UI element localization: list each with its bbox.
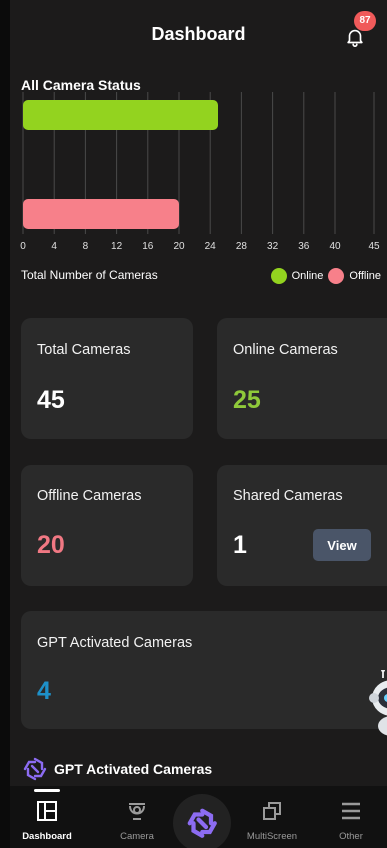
chart-footer: Total Number of Cameras Online Offline <box>21 268 381 286</box>
camera-status-chart: 0 4 8 12 16 20 24 28 32 36 40 45 <box>20 92 380 252</box>
card-label: Shared Cameras <box>233 488 343 504</box>
legend-online-swatch <box>270 268 287 284</box>
x-tick-label: 24 <box>205 241 217 252</box>
active-indicator <box>34 789 60 792</box>
gpt-logo-icon <box>23 757 47 781</box>
x-tick-label: 4 <box>51 241 57 252</box>
x-tick-label: 45 <box>368 241 380 252</box>
legend-offline-label: Offline <box>349 270 381 282</box>
chart-x-axis-label: Total Number of Cameras <box>21 268 158 282</box>
bar-online <box>23 100 218 130</box>
shared-cameras-card[interactable]: Shared Cameras 1 View <box>217 465 387 586</box>
card-value: 25 <box>233 386 261 414</box>
card-label: Online Cameras <box>233 342 338 358</box>
x-tick-label: 32 <box>267 241 279 252</box>
dashboard-icon <box>37 801 57 821</box>
nav-label: Camera <box>120 831 154 842</box>
nav-dashboard[interactable]: Dashboard <box>22 786 72 848</box>
gpt-logo-icon <box>187 808 217 838</box>
online-cameras-card[interactable]: Online Cameras 25 <box>217 318 387 439</box>
x-tick-label: 12 <box>111 241 123 252</box>
nav-label: MultiScreen <box>246 831 298 842</box>
x-tick-label: 40 <box>329 241 341 252</box>
x-tick-label: 36 <box>298 241 310 252</box>
gpt-center-button[interactable] <box>173 794 231 848</box>
nav-camera[interactable]: Camera <box>112 786 162 848</box>
x-tick-label: 0 <box>20 241 26 252</box>
bar-offline <box>23 199 179 229</box>
nav-multiscreen[interactable]: MultiScreen <box>242 786 302 848</box>
total-cameras-card[interactable]: Total Cameras 45 <box>21 318 193 439</box>
header: Dashboard 87 <box>10 0 387 70</box>
gpt-section-title: GPT Activated Cameras <box>54 761 213 777</box>
card-value: 20 <box>37 531 65 559</box>
menu-icon <box>342 802 360 820</box>
x-tick-label: 8 <box>83 241 89 252</box>
multiscreen-icon <box>263 802 281 820</box>
x-tick-label: 28 <box>236 241 248 252</box>
card-label: GPT Activated Cameras <box>37 635 193 651</box>
offline-cameras-card[interactable]: Offline Cameras 20 <box>21 465 193 586</box>
robot-mascot-icon <box>369 670 387 736</box>
nav-other[interactable]: Other <box>328 786 374 848</box>
card-value: 4 <box>37 677 51 705</box>
page-title: Dashboard <box>151 24 246 44</box>
nav-label: Dashboard <box>22 831 72 842</box>
camera-icon <box>129 803 145 820</box>
card-label: Offline Cameras <box>37 488 142 504</box>
legend-offline-swatch <box>328 268 345 284</box>
notification-badge[interactable]: 87 <box>354 11 376 31</box>
gpt-activated-cameras-card[interactable]: GPT Activated Cameras 4 <box>21 611 387 729</box>
view-button[interactable]: View <box>313 529 371 561</box>
gpt-section-header: GPT Activated Cameras <box>22 756 212 782</box>
card-label: Total Cameras <box>37 342 131 358</box>
x-tick-label: 20 <box>173 241 185 252</box>
card-value: 45 <box>37 386 65 414</box>
nav-label: Other <box>339 831 363 842</box>
app-screen: Dashboard 87 All Camera Status 0 4 8 12 16 20… <box>10 0 387 848</box>
card-value: 1 <box>233 531 247 559</box>
x-tick-label: 16 <box>142 241 154 252</box>
chart-legend: Online Offline <box>270 268 381 284</box>
legend-online-label: Online <box>291 270 324 282</box>
chart-title: All Camera Status <box>21 77 141 93</box>
